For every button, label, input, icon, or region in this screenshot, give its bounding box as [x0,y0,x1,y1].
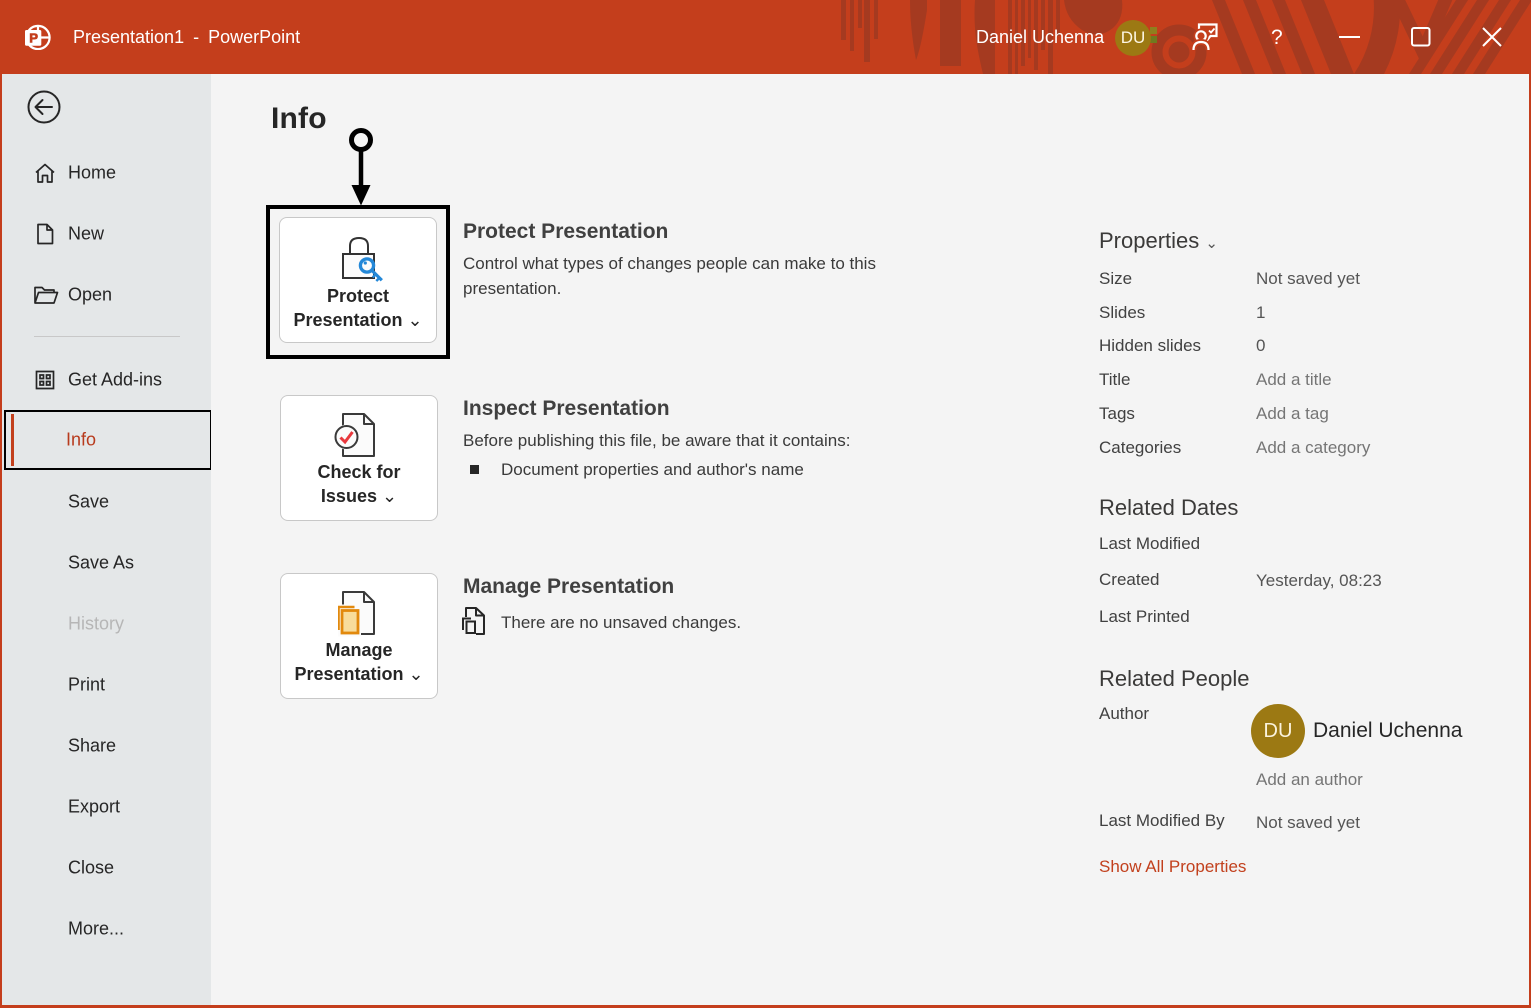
svg-text:?: ? [1271,26,1283,49]
